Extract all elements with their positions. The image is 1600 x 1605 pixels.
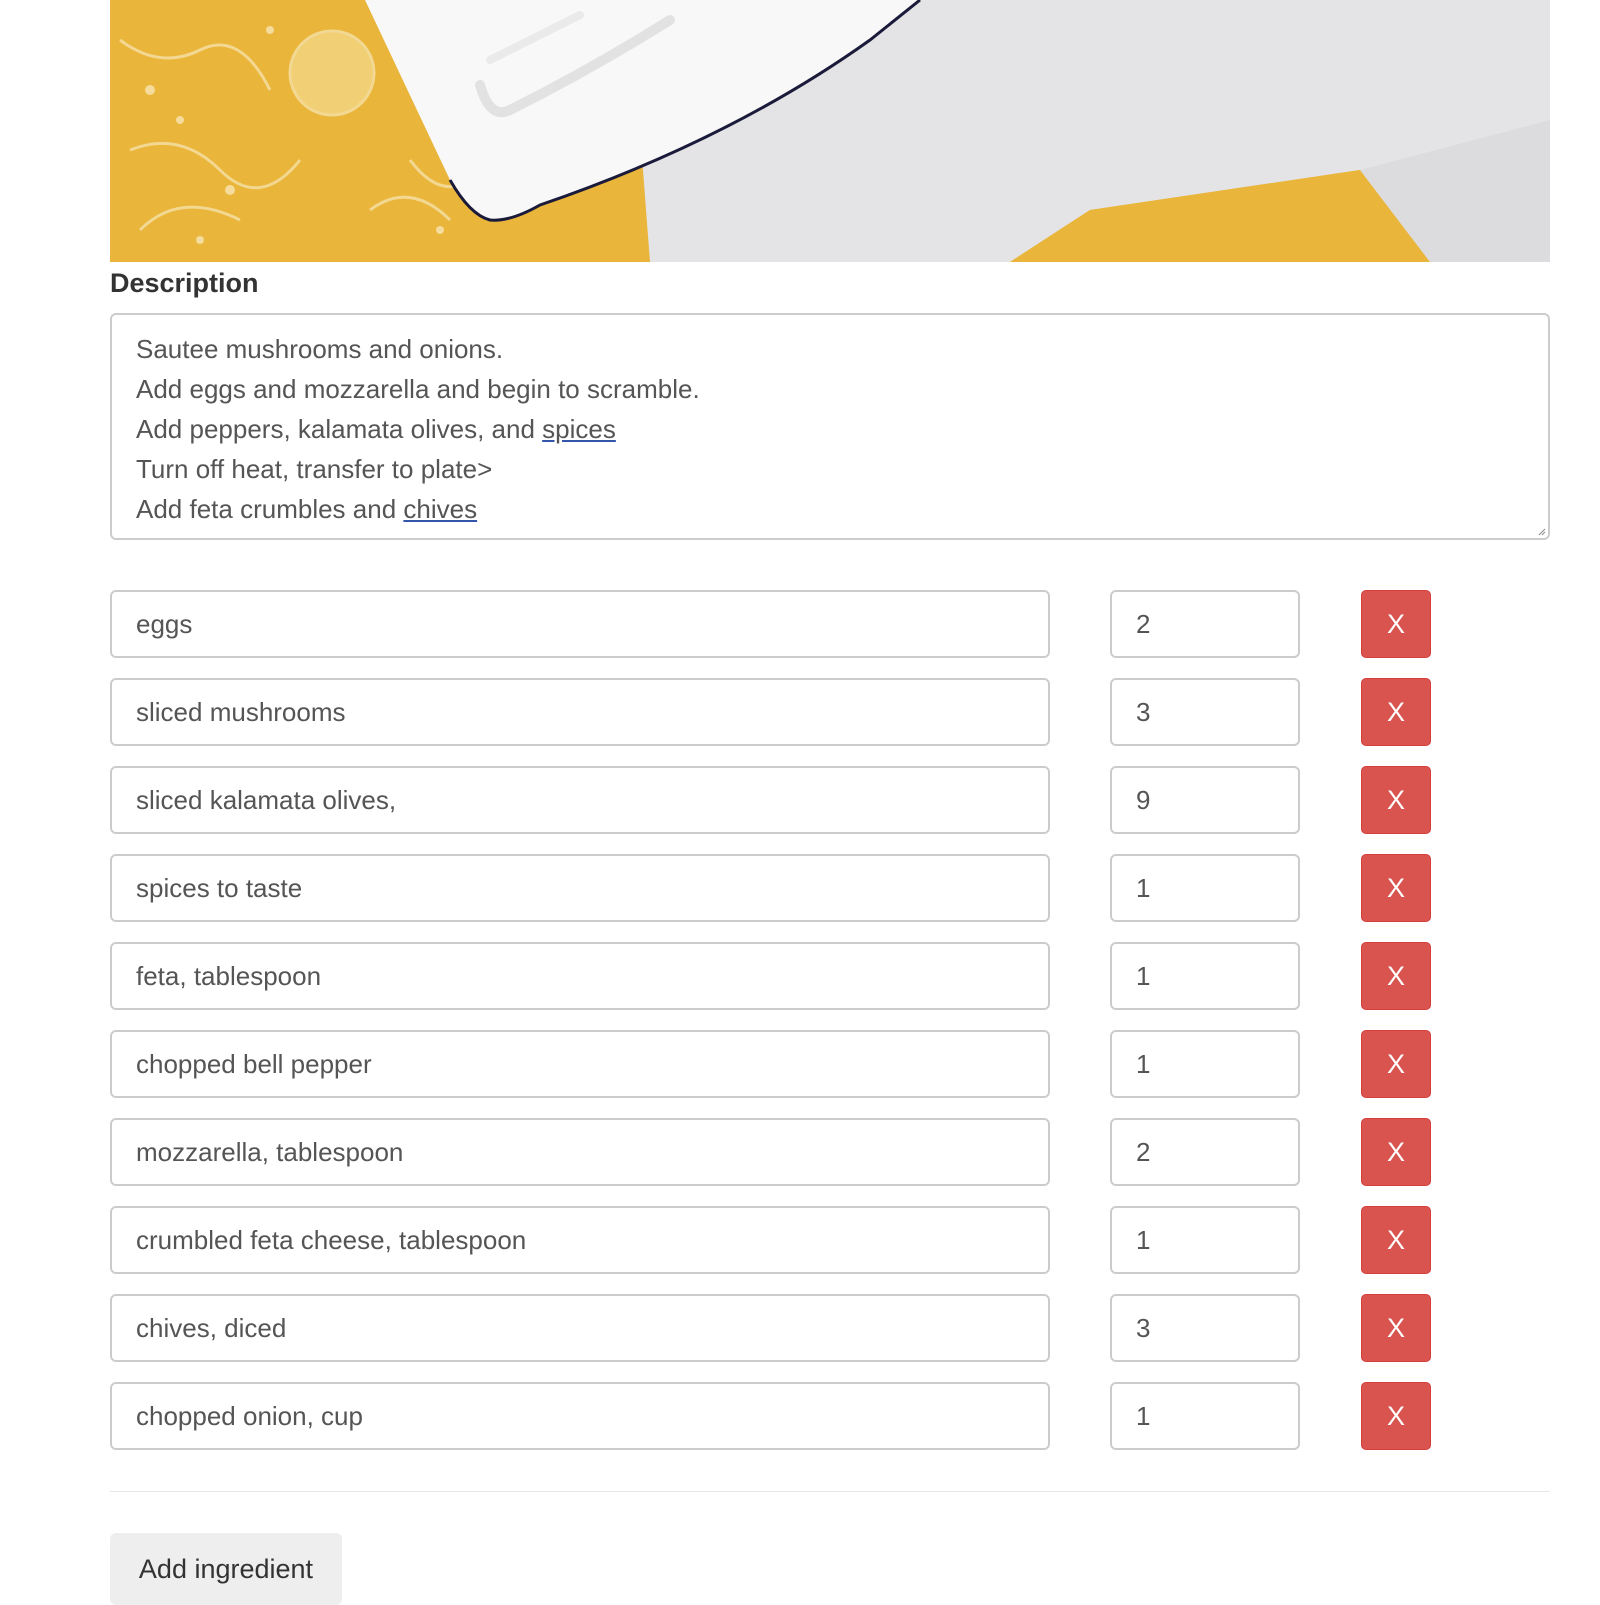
spellcheck-word: chives bbox=[403, 494, 478, 524]
resize-grip-icon[interactable] bbox=[1536, 526, 1546, 536]
ingredient-name-input[interactable]: mozzarella, tablespoon bbox=[110, 1118, 1050, 1186]
ingredient-row: crumbled feta cheese, tablespoon 1 X bbox=[110, 1206, 1550, 1294]
ingredient-quantity-input[interactable]: 3 bbox=[1110, 1294, 1300, 1362]
description-line-5: Add feta crumbles and chives bbox=[136, 494, 477, 524]
divider bbox=[110, 1491, 1550, 1492]
ingredient-row: chives, diced 3 X bbox=[110, 1294, 1550, 1382]
description-textarea[interactable]: Sautee mushrooms and onions. Add eggs an… bbox=[110, 313, 1550, 540]
description-line-4: Turn off heat, transfer to plate> bbox=[136, 454, 493, 484]
remove-ingredient-button[interactable]: X bbox=[1361, 854, 1431, 922]
ingredient-quantity-input[interactable]: 2 bbox=[1110, 1118, 1300, 1186]
description-line-2: Add eggs and mozzarella and begin to scr… bbox=[136, 374, 700, 404]
remove-ingredient-button[interactable]: X bbox=[1361, 766, 1431, 834]
ingredient-row: feta, tablespoon 1 X bbox=[110, 942, 1550, 1030]
ingredient-name-input[interactable]: eggs bbox=[110, 590, 1050, 658]
add-ingredient-button[interactable]: Add ingredient bbox=[110, 1533, 342, 1605]
remove-ingredient-button[interactable]: X bbox=[1361, 1206, 1431, 1274]
ingredient-quantity-input[interactable]: 2 bbox=[1110, 590, 1300, 658]
ingredient-quantity-input[interactable]: 3 bbox=[1110, 678, 1300, 746]
ingredient-row: sliced mushrooms 3 X bbox=[110, 678, 1550, 766]
ingredient-name-input[interactable]: crumbled feta cheese, tablespoon bbox=[110, 1206, 1050, 1274]
ingredient-name-input[interactable]: chopped bell pepper bbox=[110, 1030, 1050, 1098]
description-line-3-text: Add peppers, kalamata olives, and spices bbox=[136, 414, 616, 444]
ingredient-quantity-input[interactable]: 1 bbox=[1110, 854, 1300, 922]
remove-ingredient-button[interactable]: X bbox=[1361, 1382, 1431, 1450]
ingredient-row: chopped bell pepper 1 X bbox=[110, 1030, 1550, 1118]
remove-ingredient-button[interactable]: X bbox=[1361, 590, 1431, 658]
description-line-1: Sautee mushrooms and onions. bbox=[136, 334, 504, 364]
recipe-photo bbox=[110, 0, 1550, 262]
ingredient-name-input[interactable]: feta, tablespoon bbox=[110, 942, 1050, 1010]
ingredient-row: eggs 2 X bbox=[110, 590, 1550, 678]
ingredient-quantity-input[interactable]: 1 bbox=[1110, 1206, 1300, 1274]
ingredient-name-input[interactable]: chives, diced bbox=[110, 1294, 1050, 1362]
remove-ingredient-button[interactable]: X bbox=[1361, 1118, 1431, 1186]
ingredient-name-input[interactable]: chopped onion, cup bbox=[110, 1382, 1050, 1450]
ingredient-quantity-input[interactable]: 9 bbox=[1110, 766, 1300, 834]
ingredient-quantity-input[interactable]: 1 bbox=[1110, 1030, 1300, 1098]
spellcheck-word: spices bbox=[542, 414, 616, 444]
remove-ingredient-button[interactable]: X bbox=[1361, 942, 1431, 1010]
ingredient-row: spices to taste 1 X bbox=[110, 854, 1550, 942]
description-line-5-text: Add feta crumbles and chives bbox=[136, 494, 478, 524]
ingredient-name-input[interactable]: sliced kalamata olives, bbox=[110, 766, 1050, 834]
ingredient-quantity-input[interactable]: 1 bbox=[1110, 942, 1300, 1010]
ingredient-row: chopped onion, cup 1 X bbox=[110, 1382, 1550, 1470]
ingredient-name-input[interactable]: sliced mushrooms bbox=[110, 678, 1050, 746]
recipe-form: Description Sautee mushrooms and onions.… bbox=[110, 0, 1550, 1605]
ingredient-name-input[interactable]: spices to taste bbox=[110, 854, 1050, 922]
ingredient-quantity-input[interactable]: 1 bbox=[1110, 1382, 1300, 1450]
description-line-3: Add peppers, kalamata olives, and spices bbox=[136, 414, 616, 444]
ingredient-row: sliced kalamata olives, 9 X bbox=[110, 766, 1550, 854]
recipe-photo-graphic bbox=[110, 0, 1550, 262]
ingredient-list: eggs 2 Xsliced mushrooms 3 Xsliced kalamata … bbox=[110, 590, 1550, 1470]
ingredient-row: mozzarella, tablespoon 2 X bbox=[110, 1118, 1550, 1206]
description-label: Description bbox=[110, 268, 259, 298]
remove-ingredient-button[interactable]: X bbox=[1361, 1294, 1431, 1362]
remove-ingredient-button[interactable]: X bbox=[1361, 678, 1431, 746]
remove-ingredient-button[interactable]: X bbox=[1361, 1030, 1431, 1098]
